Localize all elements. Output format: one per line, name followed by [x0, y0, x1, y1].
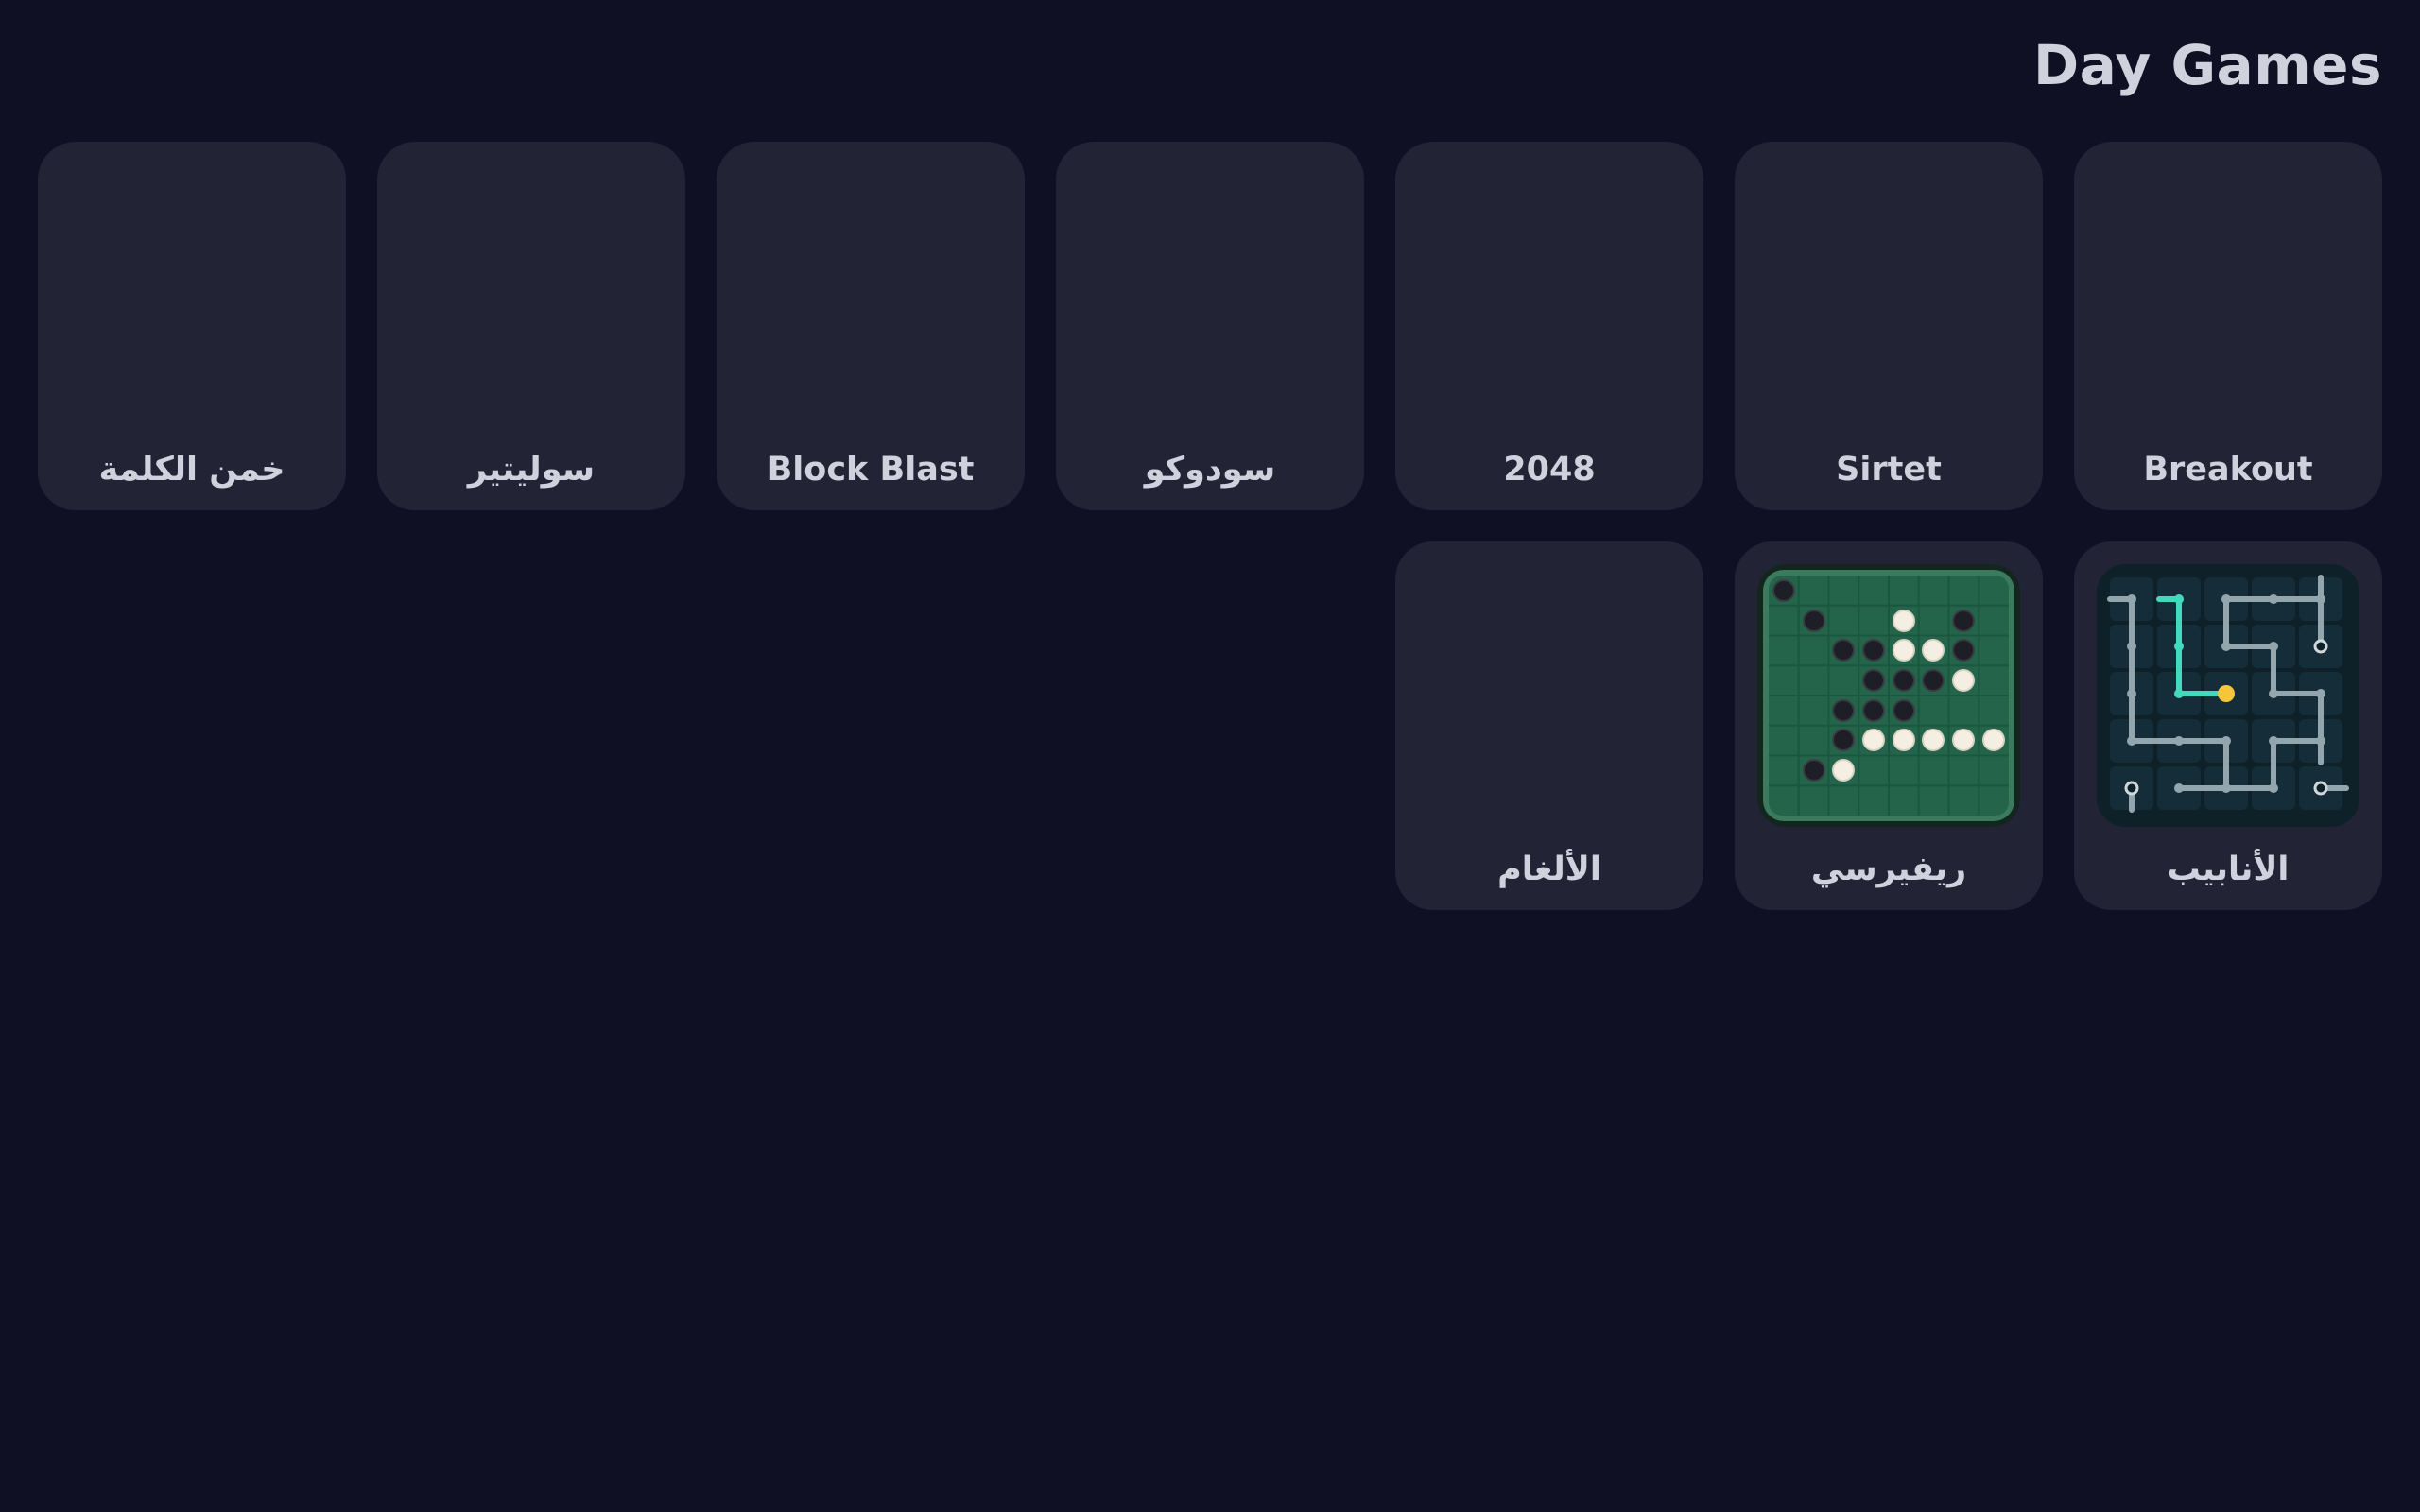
game-card-label: Sirtet: [1836, 451, 1942, 489]
page-title: Day Games: [2032, 33, 2382, 97]
game-card-minesweeper[interactable]: الألغام: [1395, 541, 1703, 910]
game-card-2048[interactable]: 2048: [1395, 142, 1703, 510]
game-card-label: 2048: [1503, 451, 1596, 489]
game-card-label: الألغام: [1497, 850, 1601, 888]
game-card-label: خمن الكلمة: [98, 451, 285, 489]
pipes-board-icon: [2097, 564, 2360, 827]
game-card-guess-word[interactable]: خمن الكلمة: [38, 142, 346, 510]
game-card-sirtet[interactable]: Sirtet: [1735, 142, 2043, 510]
game-card-sudoku[interactable]: سودوكو: [1056, 142, 1364, 510]
game-card-label: سوليتير: [467, 451, 596, 489]
game-card-reversi[interactable]: ريفيرسي: [1735, 541, 2043, 910]
game-card-label: الأنابيب: [2167, 850, 2290, 888]
game-card-label: سودوكو: [1144, 451, 1276, 489]
games-grid: Breakout Sirtet 2048 سودوكو Block Blast …: [38, 142, 2382, 910]
game-card-label: Block Blast: [767, 451, 975, 489]
reversi-board-icon: [1757, 564, 2020, 827]
game-card-breakout[interactable]: Breakout: [2074, 142, 2382, 510]
game-card-solitaire[interactable]: سوليتير: [377, 142, 685, 510]
game-card-label: Breakout: [2143, 451, 2313, 489]
game-card-block-blast[interactable]: Block Blast: [717, 142, 1025, 510]
game-card-pipes[interactable]: الأنابيب: [2074, 541, 2382, 910]
game-card-label: ريفيرسي: [1810, 850, 1967, 888]
